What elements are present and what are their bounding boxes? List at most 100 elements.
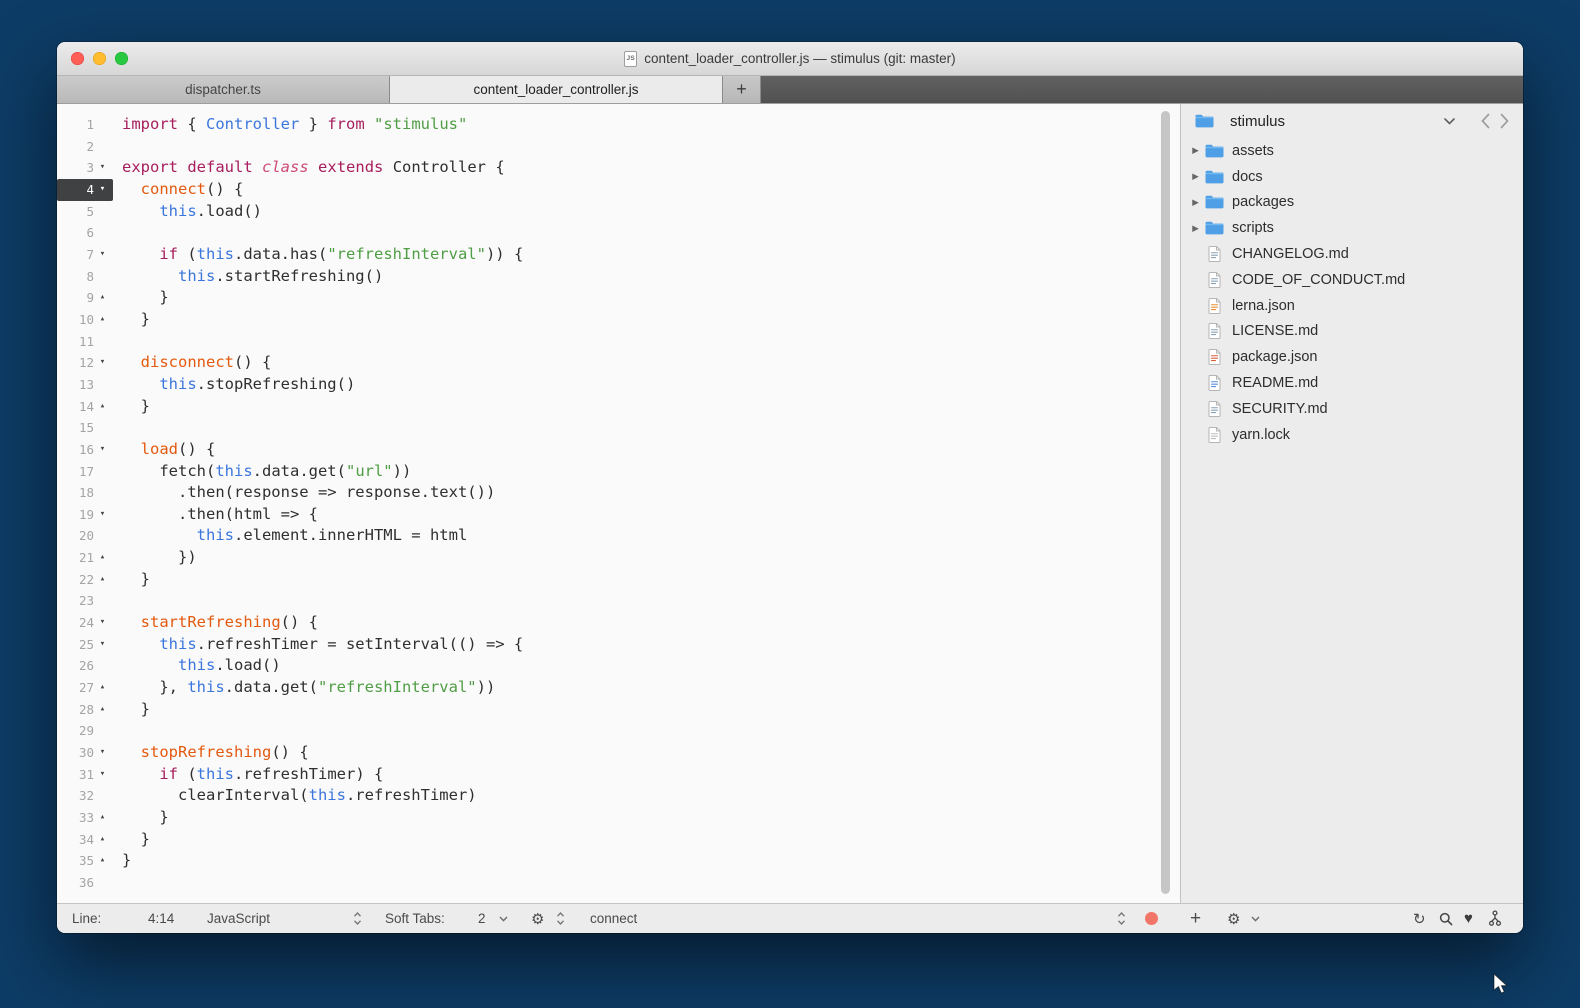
soft-tabs-chevron-icon[interactable] — [499, 904, 508, 933]
line-number[interactable]: 26 — [68, 655, 94, 677]
code-line[interactable]: 7 ▾ if (this.data.has("refreshInterval")… — [57, 244, 1180, 266]
line-number[interactable]: 23 — [68, 590, 94, 612]
code-line[interactable]: 32 clearInterval(this.refreshTimer) — [57, 785, 1180, 807]
title-bar[interactable]: JS content_loader_controller.js — stimul… — [57, 42, 1523, 76]
code-text[interactable]: clearInterval(this.refreshTimer) — [113, 785, 477, 807]
code-line[interactable]: 4 ▾ connect() { — [57, 179, 1180, 201]
fold-toggle-icon[interactable]: ▴ — [94, 569, 111, 591]
code-line[interactable]: 16 ▾ load() { — [57, 439, 1180, 461]
code-text[interactable] — [113, 720, 122, 742]
tree-file[interactable]: LICENSE.md — [1181, 319, 1523, 345]
tree-folder[interactable]: ▶ docs — [1181, 164, 1523, 190]
code-line[interactable]: 6 — [57, 222, 1180, 244]
code-line[interactable]: 14 ▴ } — [57, 396, 1180, 418]
favorites-heart-icon[interactable]: ♥ — [1464, 904, 1473, 933]
fold-toggle-icon[interactable]: ▾ — [94, 179, 111, 201]
tree-file[interactable]: lerna.json — [1181, 293, 1523, 319]
symbol-stepper-icon[interactable] — [1117, 904, 1126, 933]
code-line[interactable]: 30 ▾ stopRefreshing() { — [57, 742, 1180, 764]
line-number[interactable]: 9 — [68, 287, 94, 309]
fold-toggle-icon[interactable]: ▴ — [94, 807, 111, 829]
tree-folder[interactable]: ▶ scripts — [1181, 215, 1523, 241]
line-number[interactable]: 15 — [68, 417, 94, 439]
tab[interactable]: content_loader_controller.js — [390, 76, 723, 103]
tree-file[interactable]: yarn.lock — [1181, 422, 1523, 448]
code-line[interactable]: 2 — [57, 136, 1180, 158]
zoom-window-button[interactable] — [115, 52, 128, 65]
code-line[interactable]: 29 — [57, 720, 1180, 742]
tab[interactable]: dispatcher.ts — [57, 76, 390, 103]
code-line[interactable]: 13 this.stopRefreshing() — [57, 374, 1180, 396]
code-text[interactable]: export default class extends Controller … — [113, 157, 505, 179]
line-number[interactable]: 25 — [68, 634, 94, 656]
code-line[interactable]: 24 ▾ startRefreshing() { — [57, 612, 1180, 634]
line-number[interactable]: 5 — [68, 201, 94, 223]
code-line[interactable]: 26 this.load() — [57, 655, 1180, 677]
add-file-button[interactable]: + — [1190, 904, 1201, 933]
disclosure-triangle-icon[interactable]: ▶ — [1187, 171, 1204, 182]
code-text[interactable]: this.stopRefreshing() — [113, 374, 355, 396]
line-number[interactable]: 10 — [68, 309, 94, 331]
line-number[interactable]: 35 — [68, 850, 94, 872]
code-line[interactable]: 8 this.startRefreshing() — [57, 266, 1180, 288]
line-number[interactable]: 2 — [68, 136, 94, 158]
line-number[interactable]: 3 — [68, 157, 94, 179]
code-text[interactable] — [113, 590, 122, 612]
code-line[interactable]: 22 ▴ } — [57, 569, 1180, 591]
tree-file[interactable]: package.json — [1181, 344, 1523, 370]
line-number[interactable]: 28 — [68, 699, 94, 721]
line-number[interactable]: 20 — [68, 525, 94, 547]
code-line[interactable]: 33 ▴ } — [57, 807, 1180, 829]
line-number[interactable]: 29 — [68, 720, 94, 742]
line-number[interactable]: 24 — [68, 612, 94, 634]
code-line[interactable]: 28 ▴ } — [57, 699, 1180, 721]
fold-toggle-icon[interactable]: ▴ — [94, 829, 111, 851]
code-line[interactable]: 25 ▾ this.refreshTimer = setInterval(() … — [57, 634, 1180, 656]
line-number[interactable]: 32 — [68, 785, 94, 807]
fold-toggle-icon[interactable]: ▴ — [94, 309, 111, 331]
code-text[interactable]: } — [113, 807, 169, 829]
line-number[interactable]: 30 — [68, 742, 94, 764]
bundle-gear-icon[interactable]: ⚙ — [531, 904, 544, 933]
code-line[interactable]: 20 this.element.innerHTML = html — [57, 525, 1180, 547]
code-line[interactable]: 3 ▾ export default class extends Control… — [57, 157, 1180, 179]
code-text[interactable]: this.element.innerHTML = html — [113, 525, 467, 547]
code-text[interactable]: } — [113, 309, 150, 331]
fold-toggle-icon[interactable]: ▾ — [94, 634, 111, 656]
line-number[interactable]: 12 — [68, 352, 94, 374]
fold-toggle-icon[interactable]: ▾ — [94, 244, 111, 266]
tree-file[interactable]: CODE_OF_CONDUCT.md — [1181, 267, 1523, 293]
soft-tabs-value[interactable]: 2 — [478, 904, 486, 933]
line-number[interactable]: 21 — [68, 547, 94, 569]
code-text[interactable]: } — [113, 829, 150, 851]
code-text[interactable]: }, this.data.get("refreshInterval")) — [113, 677, 495, 699]
close-window-button[interactable] — [71, 52, 84, 65]
code-text[interactable]: this.load() — [113, 655, 281, 677]
actions-chevron-icon[interactable] — [1251, 904, 1260, 933]
fold-toggle-icon[interactable]: ▾ — [94, 764, 111, 786]
code-text[interactable]: } — [113, 850, 131, 872]
code-text[interactable]: } — [113, 287, 169, 309]
fold-toggle-icon[interactable]: ▴ — [94, 547, 111, 569]
symbol-selector[interactable]: connect — [590, 904, 637, 933]
code-line[interactable]: 19 ▾ .then(html => { — [57, 504, 1180, 526]
disclosure-triangle-icon[interactable]: ▶ — [1187, 197, 1204, 208]
code-text[interactable]: .then(response => response.text()) — [113, 482, 495, 504]
disclosure-triangle-icon[interactable]: ▶ — [1187, 223, 1204, 234]
line-number[interactable]: 7 — [68, 244, 94, 266]
code-text[interactable]: this.refreshTimer = setInterval(() => { — [113, 634, 523, 656]
code-line[interactable]: 35 ▴ } — [57, 850, 1180, 872]
fold-toggle-icon[interactable]: ▴ — [94, 699, 111, 721]
git-branch-icon[interactable] — [1488, 904, 1502, 933]
language-stepper-icon[interactable] — [353, 904, 362, 933]
code-text[interactable]: this.startRefreshing() — [113, 266, 383, 288]
line-number[interactable]: 6 — [68, 222, 94, 244]
fold-toggle-icon[interactable]: ▾ — [94, 157, 111, 179]
code-editor[interactable]: 1 import { Controller } from "stimulus" … — [57, 104, 1180, 903]
code-line[interactable]: 21 ▴ }) — [57, 547, 1180, 569]
tree-folder[interactable]: ▶ assets — [1181, 138, 1523, 164]
line-number[interactable]: 34 — [68, 829, 94, 851]
disclosure-triangle-icon[interactable]: ▶ — [1187, 145, 1204, 156]
line-number[interactable]: 31 — [68, 764, 94, 786]
line-number[interactable]: 11 — [68, 331, 94, 353]
